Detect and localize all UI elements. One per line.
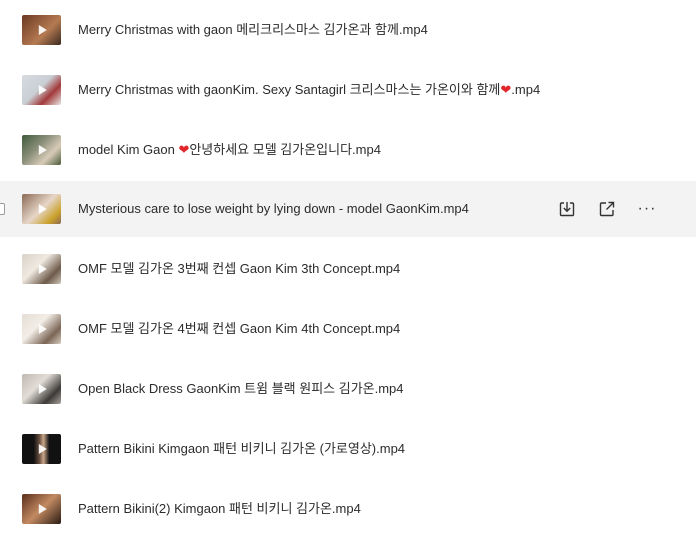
file-row[interactable]: Merry Christmas with gaonKim. Sexy Santa… (0, 62, 696, 118)
heart-icon: ❤ (500, 82, 512, 97)
play-icon (38, 384, 47, 394)
open-external-icon (599, 201, 615, 217)
file-row[interactable]: Merry Christmas with gaon 메리크리스마스 김가온과 함… (0, 2, 696, 58)
file-row[interactable]: Pattern Bikini Kimgaon 패턴 비키니 김가온 (가로영상)… (0, 421, 696, 477)
file-name[interactable]: Mysterious care to lose weight by lying … (78, 181, 469, 237)
video-thumbnail (22, 135, 61, 165)
download-button[interactable] (554, 196, 580, 222)
play-icon (38, 504, 47, 514)
row-actions: ··· (554, 181, 660, 237)
download-icon (559, 202, 575, 217)
file-name[interactable]: model Kim Gaon ❤안녕하세요 모델 김가온입니다.mp4 (78, 122, 381, 178)
select-checkbox[interactable] (0, 203, 5, 215)
play-icon (38, 204, 47, 214)
file-name[interactable]: Open Black Dress GaonKim 트윔 블랙 원피스 김가온.m… (78, 361, 404, 417)
file-name[interactable]: OMF 모델 김가온 4번째 컨셉 Gaon Kim 4th Concept.m… (78, 301, 400, 357)
heart-icon: ❤ (178, 142, 190, 157)
video-thumbnail (22, 15, 61, 45)
video-thumbnail (22, 194, 61, 224)
file-name-text: model Kim Gaon (78, 142, 179, 157)
file-row-hovered[interactable]: Mysterious care to lose weight by lying … (0, 181, 696, 237)
file-row[interactable]: model Kim Gaon ❤안녕하세요 모델 김가온입니다.mp4 (0, 122, 696, 178)
file-row[interactable]: Open Black Dress GaonKim 트윔 블랙 원피스 김가온.m… (0, 361, 696, 417)
video-thumbnail (22, 75, 61, 105)
video-thumbnail (22, 254, 61, 284)
file-name-text: Merry Christmas with gaonKim. Sexy Santa… (78, 82, 501, 97)
file-name[interactable]: OMF 모델 김가온 3번째 컨셉 Gaon Kim 3th Concept.m… (78, 241, 400, 297)
video-thumbnail (22, 434, 61, 464)
file-name[interactable]: Pattern Bikini(2) Kimgaon 패턴 비키니 김가온.mp4 (78, 481, 361, 537)
video-thumbnail (22, 494, 61, 524)
file-name[interactable]: Merry Christmas with gaon 메리크리스마스 김가온과 함… (78, 2, 428, 58)
video-thumbnail (22, 374, 61, 404)
file-name[interactable]: Pattern Bikini Kimgaon 패턴 비키니 김가온 (가로영상)… (78, 421, 405, 477)
play-icon (38, 324, 47, 334)
file-name[interactable]: Merry Christmas with gaonKim. Sexy Santa… (78, 62, 540, 118)
play-icon (38, 145, 47, 155)
file-row[interactable]: Pattern Bikini(2) Kimgaon 패턴 비키니 김가온.mp4 (0, 481, 696, 537)
play-icon (38, 25, 47, 35)
file-row[interactable]: OMF 모델 김가온 3번째 컨셉 Gaon Kim 3th Concept.m… (0, 241, 696, 297)
play-icon (38, 85, 47, 95)
play-icon (38, 264, 47, 274)
video-thumbnail (22, 314, 61, 344)
more-options-button[interactable]: ··· (634, 196, 660, 222)
file-list: Merry Christmas with gaon 메리크리스마스 김가온과 함… (0, 0, 696, 550)
file-name-ext: .mp4 (511, 82, 541, 97)
file-name-ext: 안녕하세요 모델 김가온입니다.mp4 (189, 142, 381, 157)
open-external-button[interactable] (594, 196, 620, 222)
play-icon (38, 444, 47, 454)
file-row[interactable]: OMF 모델 김가온 4번째 컨셉 Gaon Kim 4th Concept.m… (0, 301, 696, 357)
